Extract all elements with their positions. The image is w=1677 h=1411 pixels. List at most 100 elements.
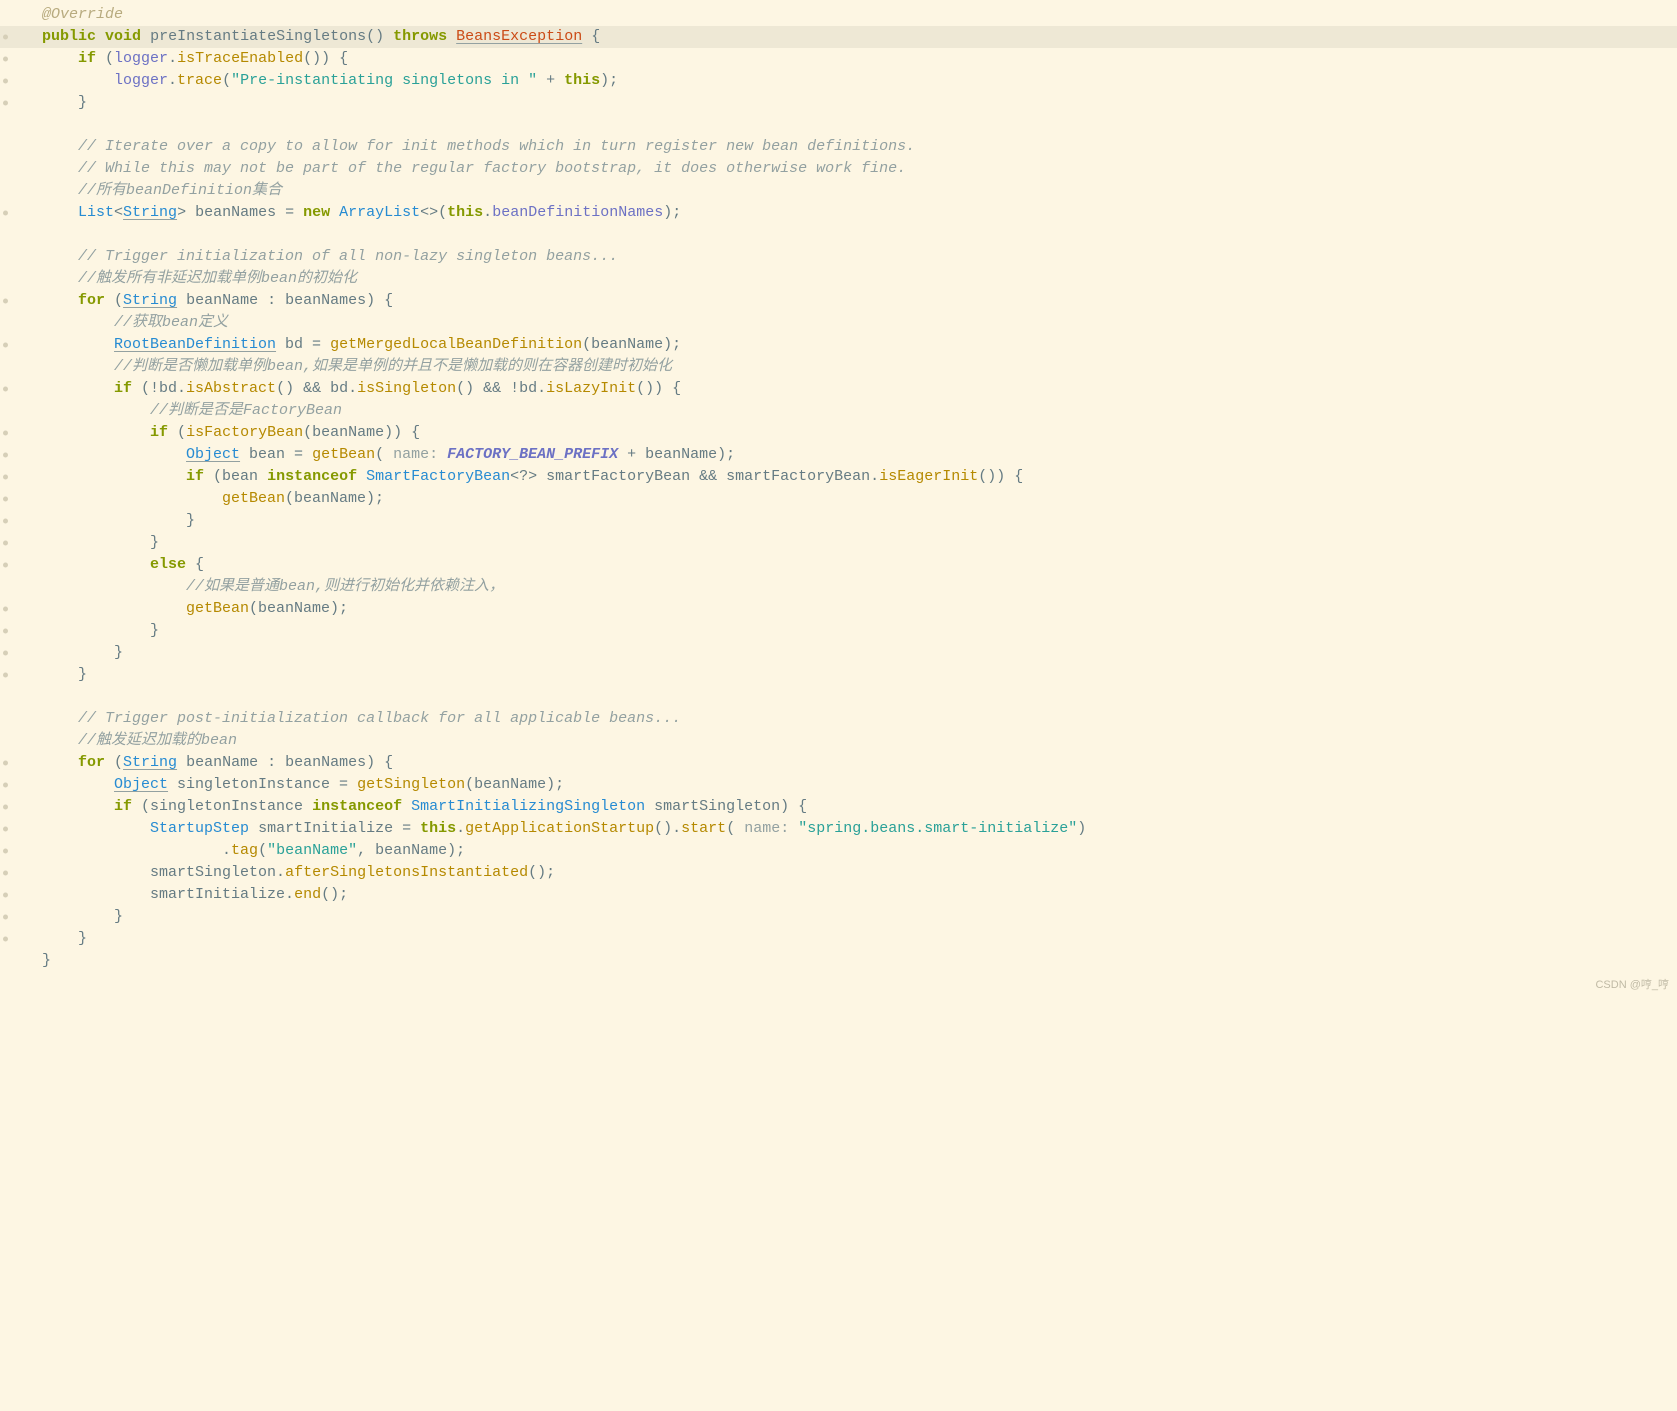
gutter-dot-icon [3, 761, 8, 766]
gutter-dot-icon [3, 497, 8, 502]
code-line: Object singletonInstance = getSingleton(… [0, 774, 1677, 796]
code-line: // Trigger post-initialization callback … [0, 708, 1677, 730]
comment: // Trigger post-initialization callback … [78, 710, 681, 727]
code-line: } [0, 664, 1677, 686]
code-line: } [0, 906, 1677, 928]
code-line: StartupStep smartInitialize = this.getAp… [0, 818, 1677, 840]
code-line [0, 686, 1677, 708]
code-line: } [0, 92, 1677, 114]
gutter-dot-icon [3, 827, 8, 832]
code-line: smartSingleton.afterSingletonsInstantiat… [0, 862, 1677, 884]
code-line: for (String beanName : beanNames) { [0, 290, 1677, 312]
code-line: //所有beanDefinition集合 [0, 180, 1677, 202]
code-line: //判断是否是FactoryBean [0, 400, 1677, 422]
type-ref[interactable]: BeansException [456, 28, 582, 45]
code-line: //获取bean定义 [0, 312, 1677, 334]
gutter-dot-icon [3, 783, 8, 788]
comment: //判断是否懒加载单例bean,如果是单例的并且不是懒加载的则在容器创建时初始化 [114, 358, 672, 375]
comment: //所有beanDefinition集合 [78, 182, 282, 199]
comment: //判断是否是FactoryBean [150, 402, 342, 419]
keyword: public [42, 28, 96, 45]
gutter-dot-icon [3, 299, 8, 304]
gutter-dot-icon [3, 607, 8, 612]
annotation: @Override [42, 6, 123, 23]
comment: //如果是普通bean,则进行初始化并依赖注入， [186, 578, 504, 595]
code-line: if (logger.isTraceEnabled()) { [0, 48, 1677, 70]
gutter-dot-icon [3, 343, 8, 348]
code-line: if (bean instanceof SmartFactoryBean<?> … [0, 466, 1677, 488]
code-line [0, 114, 1677, 136]
watermark: CSDN @哼_哼 [1595, 974, 1669, 996]
code-line: .tag("beanName", beanName); [0, 840, 1677, 862]
type-ref[interactable]: String [123, 292, 177, 309]
parameter-hint: name: [735, 820, 798, 837]
code-line: else { [0, 554, 1677, 576]
type-ref[interactable]: String [123, 204, 177, 221]
gutter-dot-icon [3, 475, 8, 480]
comment: //触发所有非延迟加载单例bean的初始化 [78, 270, 357, 287]
code-line: } [0, 620, 1677, 642]
comment: // Trigger initialization of all non-laz… [78, 248, 618, 265]
code-line: //如果是普通bean,则进行初始化并依赖注入， [0, 576, 1677, 598]
constant: FACTORY_BEAN_PREFIX [447, 446, 618, 463]
code-line: // Trigger initialization of all non-laz… [0, 246, 1677, 268]
gutter-dot-icon [3, 563, 8, 568]
code-line [0, 224, 1677, 246]
code-line: } [0, 532, 1677, 554]
keyword: throws [393, 28, 447, 45]
type-ref[interactable]: RootBeanDefinition [114, 336, 276, 353]
code-line: if (singletonInstance instanceof SmartIn… [0, 796, 1677, 818]
comment: // While this may not be part of the reg… [78, 160, 906, 177]
keyword: void [105, 28, 141, 45]
code-line: Object bean = getBean( name: FACTORY_BEA… [0, 444, 1677, 466]
code-line: //触发所有非延迟加载单例bean的初始化 [0, 268, 1677, 290]
gutter-dot-icon [3, 629, 8, 634]
gutter-dot-icon [3, 849, 8, 854]
code-line: //触发延迟加载的bean [0, 730, 1677, 752]
code-line: //判断是否懒加载单例bean,如果是单例的并且不是懒加载的则在容器创建时初始化 [0, 356, 1677, 378]
gutter-dot-icon [3, 651, 8, 656]
code-line: getBean(beanName); [0, 598, 1677, 620]
code-line: if (isFactoryBean(beanName)) { [0, 422, 1677, 444]
type-ref[interactable]: String [123, 754, 177, 771]
code-line: @Override [0, 4, 1677, 26]
parameter-hint: name: [384, 446, 447, 463]
gutter-dot-icon [3, 519, 8, 524]
gutter-dot-icon [3, 893, 8, 898]
code-line: // While this may not be part of the reg… [0, 158, 1677, 180]
gutter-dot-icon [3, 453, 8, 458]
code-line: RootBeanDefinition bd = getMergedLocalBe… [0, 334, 1677, 356]
code-line: List<String> beanNames = new ArrayList<>… [0, 202, 1677, 224]
type-ref[interactable]: Object [114, 776, 168, 793]
gutter-dot-icon [3, 541, 8, 546]
gutter-dot-icon [3, 937, 8, 942]
comment: //获取bean定义 [114, 314, 228, 331]
comment: //触发延迟加载的bean [78, 732, 237, 749]
code-line: // Iterate over a copy to allow for init… [0, 136, 1677, 158]
code-block: @Override public void preInstantiateSing… [0, 0, 1677, 1002]
code-line: smartInitialize.end(); [0, 884, 1677, 906]
code-line: for (String beanName : beanNames) { [0, 752, 1677, 774]
gutter-dot-icon [3, 101, 8, 106]
code-line: } [0, 950, 1677, 972]
code-line: } [0, 928, 1677, 950]
gutter-dot-icon [3, 57, 8, 62]
gutter-dot-icon [3, 871, 8, 876]
gutter-dot-icon [3, 673, 8, 678]
code-line: getBean(beanName); [0, 488, 1677, 510]
gutter-dot-icon [3, 431, 8, 436]
gutter-dot-icon [3, 805, 8, 810]
method-name: preInstantiateSingletons [150, 28, 366, 45]
gutter-dot-icon [3, 35, 8, 40]
comment: // Iterate over a copy to allow for init… [78, 138, 915, 155]
gutter-dot-icon [3, 387, 8, 392]
code-line: } [0, 510, 1677, 532]
gutter-dot-icon [3, 211, 8, 216]
code-line: } [0, 642, 1677, 664]
code-line: logger.trace("Pre-instantiating singleto… [0, 70, 1677, 92]
gutter-dot-icon [3, 915, 8, 920]
code-line: public void preInstantiateSingletons() t… [0, 26, 1677, 48]
code-line: if (!bd.isAbstract() && bd.isSingleton()… [0, 378, 1677, 400]
gutter-dot-icon [3, 79, 8, 84]
type-ref[interactable]: Object [186, 446, 240, 463]
